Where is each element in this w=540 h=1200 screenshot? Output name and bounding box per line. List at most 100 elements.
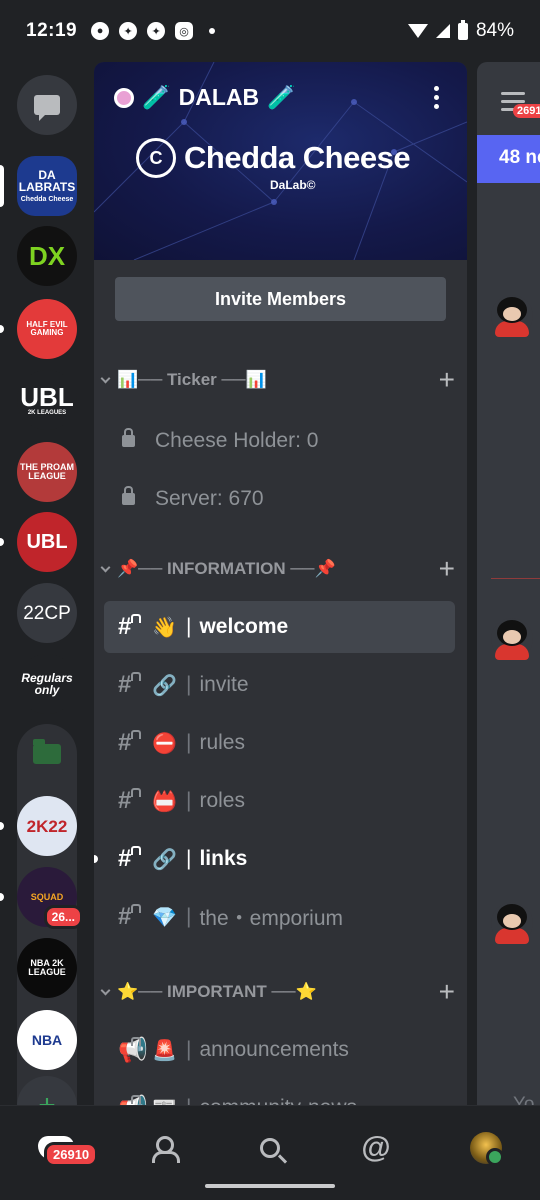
lock-icon [122,486,135,505]
locked-text-channel-icon: # [118,903,152,931]
channel-label: Cheese Holder: 0 [155,429,319,452]
category-information[interactable]: 📌── INFORMATION ──📌 + [100,554,455,584]
name-badge-icon: 📛 [152,790,177,813]
chevron-down-icon [100,985,111,995]
unread-indicator [94,855,98,863]
announcement-channel-icon: 📢 [118,1094,152,1105]
locked-text-channel-icon: # [118,729,152,757]
separator: | [186,1038,192,1061]
server-name[interactable]: 🧪 DALAB 🧪 [114,84,296,111]
status-time: 12:19 [26,20,78,41]
separator: | [186,1096,191,1105]
chevron-down-icon [100,373,111,383]
server-icon-2k22[interactable]: 2K22 [17,796,77,856]
unread-indicator [0,893,4,901]
channel-invite[interactable]: # 🔗 | invite [104,659,455,711]
server-label: DA LABRATS [18,168,76,194]
category-ticker[interactable]: 📊── Ticker ──📊 + [100,365,455,395]
battery-icon [457,19,468,40]
game-icon: ✦ [119,22,138,40]
stat-channel-server[interactable]: Server: 670 [104,473,455,525]
server-label: SQUAD [30,891,64,902]
at-icon: @ [361,1131,391,1164]
channel-panel: 🧪 DALAB 🧪 C Chedda Cheese DaLab© Invite … [94,62,467,1105]
channel-emporium[interactable]: # 💎 | the・emporium [104,891,455,943]
search-icon [260,1138,280,1158]
siren-icon: 🚨 [152,1039,177,1062]
basketball-icon: ● [91,22,110,40]
user-avatar[interactable] [491,618,533,660]
friends-icon [152,1136,180,1163]
server-icon-regulars[interactable]: Regulars only [17,654,77,714]
chat-bubble-icon [34,95,60,121]
server-icon-dx[interactable]: DX [17,226,77,286]
status-bar: 12:19 ● ✦ ✦ ◎ 84% [0,0,540,62]
chat-panel-peek[interactable]: 26910 48 new messages Yo [477,62,540,1105]
nav-mentions[interactable]: @ [356,1128,396,1168]
add-channel-icon[interactable]: + [439,978,455,1006]
nav-friends[interactable] [144,1128,184,1168]
separator: | [186,847,192,870]
avatar [470,1132,504,1166]
separator: | [186,789,192,812]
user-avatar[interactable] [491,295,533,337]
channel-name: the・emporium [199,907,344,930]
nav-search[interactable] [250,1128,290,1168]
folder-icon [33,739,61,764]
server-label: THE PROAM LEAGUE [20,462,74,481]
server-banner[interactable]: 🧪 DALAB 🧪 C Chedda Cheese DaLab© [94,62,467,260]
unread-indicator [0,325,4,333]
server-icon-nba2k-league[interactable]: NBA 2K LEAGUE [17,938,77,998]
separator: | [186,731,192,754]
channel-roles[interactable]: # 📛 | roles [104,775,455,827]
banner-logo: C Chedda Cheese [136,138,411,178]
server-icon-ubl-2k[interactable]: UBL 2K LEAGUES [17,370,77,430]
announcement-channel-icon: 📢 [118,1036,152,1065]
unread-indicator [0,538,4,546]
channel-community-news[interactable]: 📢 📰 | community-news [104,1082,455,1105]
server-icon-22cp[interactable]: 22CP [17,583,77,643]
channel-rules[interactable]: # ⛔ | rules [104,717,455,769]
folder-toggle[interactable] [17,724,77,784]
system-indicators: 84% [407,19,514,42]
server-label: NBA 2K LEAGUE [28,958,66,977]
server-icon-nba[interactable]: NBA [17,1010,77,1070]
new-messages-bar[interactable]: 48 new messages [477,135,540,183]
channel-links[interactable]: # 🔗 | links [104,833,455,885]
new-messages-divider [491,578,540,579]
discord-app: 12:19 ● ✦ ✦ ◎ 84% DA LABRATS Chedda Chee… [0,0,540,1200]
separator: | [186,673,192,696]
lock-icon [122,428,135,447]
server-menu-icon[interactable] [434,86,439,109]
category-important[interactable]: ⭐── IMPORTANT ──⭐ + [100,977,455,1007]
add-channel-icon[interactable]: + [439,366,455,394]
invite-members-button[interactable]: Invite Members [115,277,446,321]
server-sublabel: 2K LEAGUES [27,410,67,416]
nav-profile[interactable] [466,1128,506,1168]
stat-channel-cheese-holder[interactable]: Cheese Holder: 0 [104,415,455,467]
channel-name: announcements [199,1038,349,1061]
message-preview: Yo [513,1094,535,1105]
server-icon-proam[interactable]: THE PROAM LEAGUE [17,442,77,502]
user-avatar[interactable] [491,902,533,944]
server-label: Regulars only [21,671,73,697]
channel-welcome[interactable]: # 👋 | welcome [104,601,455,653]
server-icon-dalab[interactable]: DA LABRATS Chedda Cheese [17,156,77,216]
channel-announcements[interactable]: 📢 🚨 | announcements [104,1024,455,1076]
server-sublabel: Chedda Cheese [20,196,74,203]
home-badge: 26910 [44,1142,99,1167]
mention-badge: 26... [43,905,83,929]
battery-percent: 84% [475,20,514,41]
server-rail: DA LABRATS Chedda Cheese DX HALF EVIL GA… [0,62,94,1154]
server-icon-half-evil[interactable]: HALF EVIL GAMING [17,299,77,359]
channel-name: links [199,847,248,870]
newspaper-icon: 📰 [152,1096,182,1106]
add-channel-icon[interactable]: + [439,555,455,583]
separator: | [186,615,192,638]
signal-icon [435,24,450,38]
more-notifications-dot [209,28,216,34]
server-icon-squad[interactable]: SQUAD 26... [17,867,83,929]
banner-subtitle: DaLab© [270,178,316,192]
server-icon-ubl[interactable]: UBL [17,512,77,572]
direct-messages-button[interactable] [17,75,77,135]
